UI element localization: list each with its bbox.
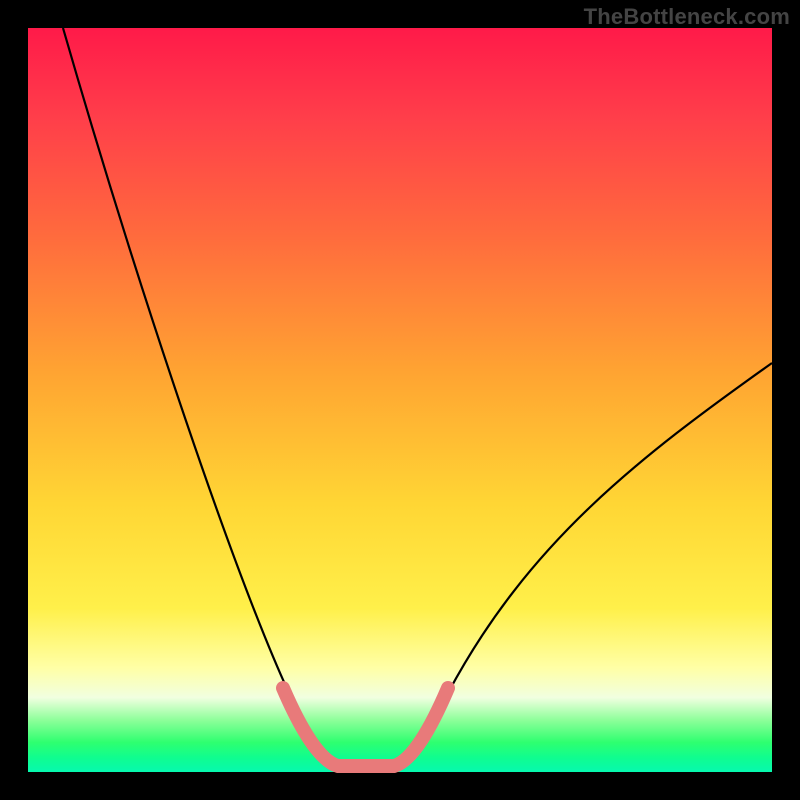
chart-frame: TheBottleneck.com — [0, 0, 800, 800]
highlight-segment — [283, 688, 448, 766]
chart-svg — [28, 28, 772, 772]
watermark-text: TheBottleneck.com — [584, 4, 790, 30]
plot-area — [28, 28, 772, 772]
curve-line — [63, 28, 772, 766]
